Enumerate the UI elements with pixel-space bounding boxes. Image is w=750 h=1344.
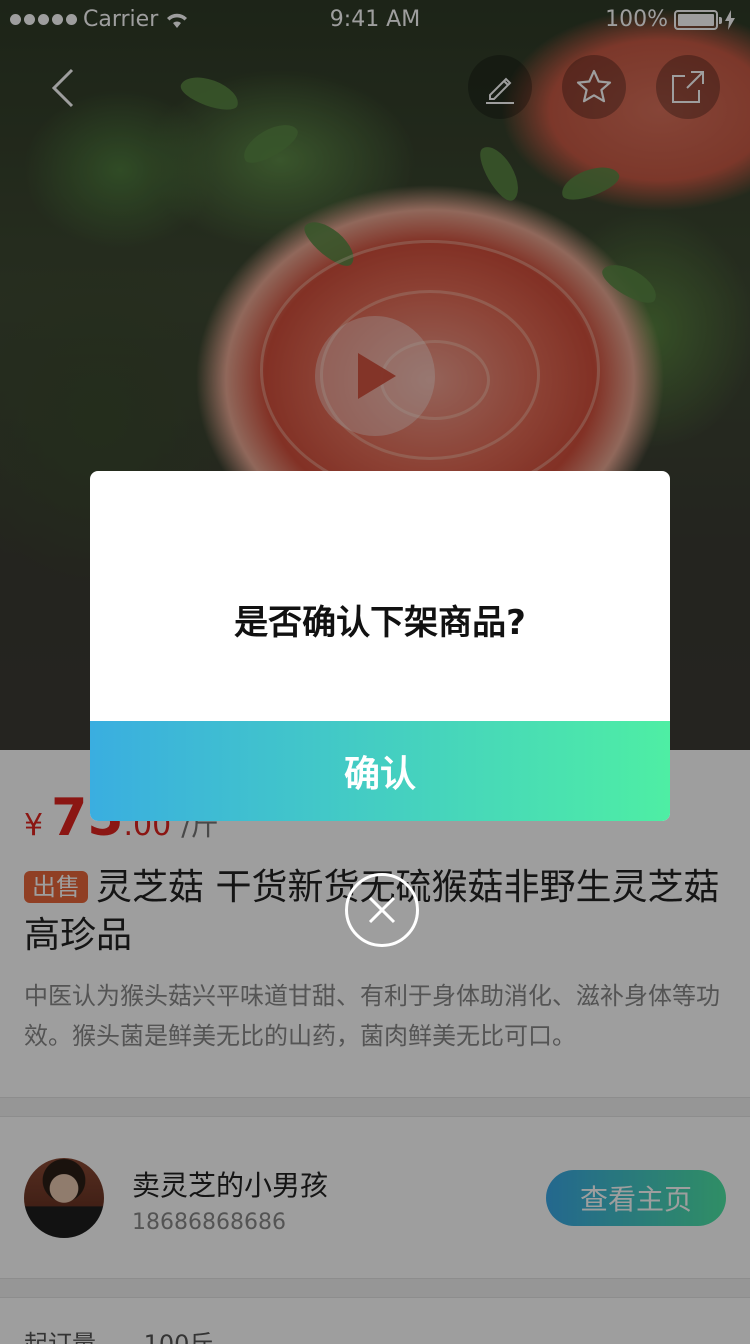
dialog-message: 是否确认下架商品?	[234, 603, 526, 643]
close-icon	[368, 896, 396, 924]
confirm-button[interactable]: 确认	[90, 721, 670, 821]
close-dialog-button[interactable]	[345, 873, 419, 947]
confirm-dialog: 是否确认下架商品? 确认	[90, 471, 670, 821]
